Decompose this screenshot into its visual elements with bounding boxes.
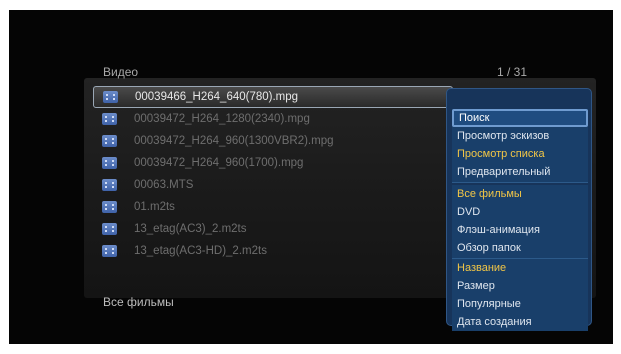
menu-item-dvd[interactable]: DVD [452, 203, 588, 221]
file-row[interactable]: 00039472_H264_1280(2340).mpg [93, 108, 453, 130]
menu-item-flash[interactable]: Флэш-анимация [452, 221, 588, 239]
file-row[interactable]: 13_etag(AC3)_2.m2ts [93, 218, 453, 240]
menu-group-sort: Название Размер Популярные Дата создания [452, 259, 588, 331]
page-indicator: 1 / 31 [497, 65, 528, 79]
menu-item-search[interactable]: Поиск [452, 109, 588, 127]
menu-item-sort-popular[interactable]: Популярные [452, 295, 588, 313]
file-list: 00039466_H264_640(780).mpg 00039472_H264… [93, 86, 453, 262]
file-row[interactable]: 13_etag(AC3-HD)_2.m2ts [93, 240, 453, 262]
menu-item-preview[interactable]: Предварительный [452, 163, 588, 181]
menu-item-sort-size[interactable]: Размер [452, 277, 588, 295]
file-name: 13_etag(AC3)_2.m2ts [134, 223, 247, 235]
menu-item-sort-date[interactable]: Дата создания [452, 313, 588, 331]
menu-divider [452, 182, 588, 183]
file-name: 00039472_H264_1280(2340).mpg [134, 113, 310, 125]
menu-item-list-view[interactable]: Просмотр списка [452, 145, 588, 163]
file-name: 00039472_H264_960(1700).mpg [134, 157, 304, 169]
file-name: 01.m2ts [134, 201, 175, 213]
file-row[interactable]: 01.m2ts [93, 196, 453, 218]
video-file-icon [102, 179, 117, 191]
video-file-icon [102, 157, 117, 169]
file-row[interactable]: 00039472_H264_960(1300VBR2).mpg [93, 130, 453, 152]
video-file-icon [102, 113, 117, 125]
file-name: 00063.MTS [134, 179, 194, 191]
current-filter-label: Все фильмы [103, 295, 174, 309]
video-file-icon [102, 201, 117, 213]
menu-item-thumbnails[interactable]: Просмотр эскизов [452, 127, 588, 145]
video-file-icon [102, 223, 117, 235]
file-name: 00039472_H264_960(1300VBR2).mpg [134, 135, 334, 147]
video-file-icon [103, 91, 118, 103]
menu-item-sort-name[interactable]: Название [452, 259, 588, 277]
file-row[interactable]: 00063.MTS [93, 174, 453, 196]
video-file-icon [102, 245, 117, 257]
file-row[interactable]: 00039472_H264_960(1700).mpg [93, 152, 453, 174]
menu-group-browse: Обзор папок [452, 239, 588, 259]
options-menu: Поиск Просмотр эскизов Просмотр списка П… [446, 88, 592, 331]
menu-group-filter: Все фильмы DVD Флэш-анимация [452, 185, 588, 241]
file-row-selected[interactable]: 00039466_H264_640(780).mpg [93, 86, 453, 108]
menu-item-all-movies[interactable]: Все фильмы [452, 185, 588, 203]
menu-item-browse-folders[interactable]: Обзор папок [452, 239, 588, 257]
video-file-icon [102, 135, 117, 147]
file-name: 00039466_H264_640(780).mpg [135, 91, 299, 103]
file-name: 13_etag(AC3-HD)_2.m2ts [134, 245, 267, 257]
menu-group-view: Поиск Просмотр эскизов Просмотр списка П… [452, 109, 588, 183]
page-title: Видео [103, 65, 139, 79]
